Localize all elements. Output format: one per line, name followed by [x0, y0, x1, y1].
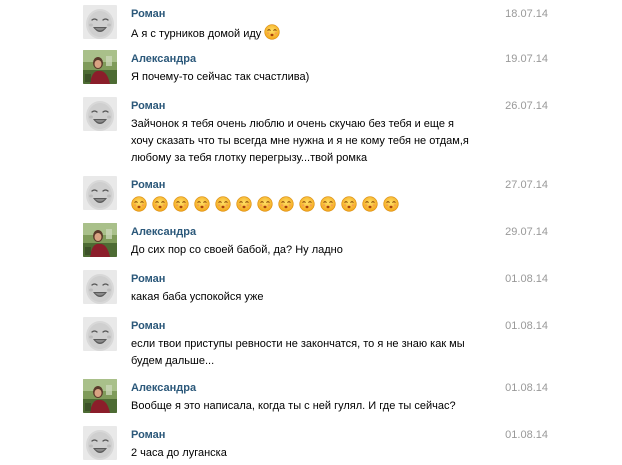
- kissing-face-emoji-icon: [215, 196, 231, 212]
- photo-avatar-icon: [83, 223, 117, 257]
- message-text: Зайчонок я тебя очень люблю и очень скуч…: [131, 116, 486, 167]
- kissing-face-emoji-icon: [278, 196, 294, 212]
- message-author[interactable]: Александра: [131, 225, 196, 239]
- message-text-line: если твои приступы ревности не закончатс…: [131, 338, 465, 350]
- message-text: А я с турников домой иду: [131, 24, 486, 43]
- message-text: какая баба успокойся уже: [131, 291, 264, 303]
- kissing-face-emoji-icon: [131, 196, 147, 212]
- kissing-face-emoji-icon: [362, 196, 378, 212]
- message-date[interactable]: 18.07.14: [500, 7, 548, 21]
- message-author[interactable]: Роман: [131, 319, 165, 333]
- message-date[interactable]: 29.07.14: [500, 225, 548, 239]
- kissing-face-emoji-icon: [299, 196, 315, 212]
- message-author[interactable]: Роман: [131, 428, 165, 442]
- avatar[interactable]: [83, 317, 117, 351]
- message-text: До сих пор со своей бабой, да? Ну ладно: [131, 244, 343, 256]
- avatar[interactable]: [83, 270, 117, 304]
- avatar[interactable]: [83, 97, 117, 131]
- avatar[interactable]: [83, 50, 117, 84]
- message-text: 2 часа до луганска: [131, 447, 227, 459]
- kissing-face-emoji-icon: [236, 196, 252, 212]
- kissing-face-emoji-icon: [173, 196, 189, 212]
- message-author[interactable]: Александра: [131, 381, 196, 395]
- kissing-face-emoji-icon: [320, 196, 336, 212]
- message-date[interactable]: 01.08.14: [500, 272, 548, 286]
- kissing-face-emoji-icon: [264, 24, 280, 40]
- avatar[interactable]: [83, 223, 117, 257]
- photo-avatar-icon: [83, 379, 117, 413]
- message-text: Я почему-то сейчас так счастлива): [131, 71, 310, 83]
- message-text: если твои приступы ревности не закончатс…: [131, 336, 486, 370]
- message-text-line: Зайчонок я тебя очень люблю и очень скуч…: [131, 118, 454, 130]
- kissing-face-emoji-icon: [257, 196, 273, 212]
- message-author[interactable]: Роман: [131, 7, 165, 21]
- message-date[interactable]: 01.08.14: [500, 428, 548, 442]
- kissing-face-emoji-icon: [341, 196, 357, 212]
- avatar[interactable]: [83, 5, 117, 39]
- message-author[interactable]: Роман: [131, 99, 165, 113]
- avatar[interactable]: [83, 176, 117, 210]
- baby-avatar-icon: [83, 176, 117, 210]
- kissing-face-emoji-icon: [383, 196, 399, 212]
- message-author[interactable]: Роман: [131, 272, 165, 286]
- message-date[interactable]: 01.08.14: [500, 319, 548, 333]
- message-text-line: будем дальше...: [131, 355, 215, 367]
- baby-avatar-icon: [83, 5, 117, 39]
- message-author[interactable]: Роман: [131, 178, 165, 192]
- avatar[interactable]: [83, 426, 117, 460]
- message-date[interactable]: 26.07.14: [500, 99, 548, 113]
- message-text-line: хочу сказать что ты всегда мне нужна и я…: [131, 135, 469, 147]
- baby-avatar-icon: [83, 270, 117, 304]
- baby-avatar-icon: [83, 426, 117, 460]
- message-text-content: А я с турников домой иду: [131, 28, 262, 40]
- avatar[interactable]: [83, 379, 117, 413]
- baby-avatar-icon: [83, 317, 117, 351]
- message-text: Вообще я это написала, когда ты с ней гу…: [131, 400, 456, 412]
- kissing-face-emoji-icon: [152, 196, 168, 212]
- baby-avatar-icon: [83, 97, 117, 131]
- message-text-line: любому за тебя глотку перегрызу...твой р…: [131, 152, 368, 164]
- photo-avatar-icon: [83, 50, 117, 84]
- message-date[interactable]: 19.07.14: [500, 52, 548, 66]
- kissing-face-emoji-icon: [194, 196, 210, 212]
- message-date[interactable]: 27.07.14: [500, 178, 548, 192]
- emoji-row: [131, 196, 399, 214]
- message-date[interactable]: 01.08.14: [500, 381, 548, 395]
- message-author[interactable]: Александра: [131, 52, 196, 66]
